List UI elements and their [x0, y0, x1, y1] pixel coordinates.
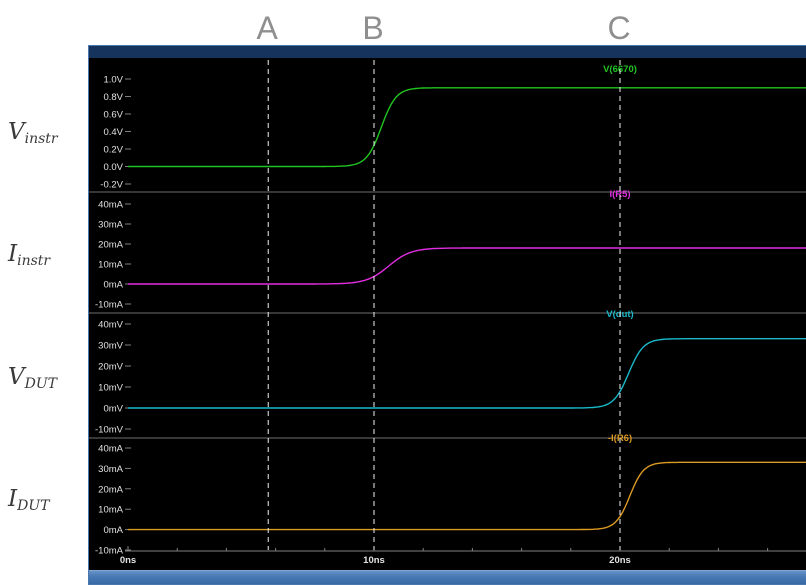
svg-text:1.0V: 1.0V: [103, 75, 123, 86]
svg-text:0.0V: 0.0V: [103, 162, 123, 173]
svg-text:10mA: 10mA: [98, 505, 123, 516]
row-label-base: V: [8, 118, 25, 145]
svg-text:0ns: 0ns: [120, 555, 136, 566]
svg-text:0mA: 0mA: [103, 525, 123, 536]
row-label-base: I: [8, 241, 18, 267]
row-label-sub: instr: [17, 253, 51, 269]
cursor-label-c: C: [607, 10, 631, 46]
svg-text:-10mV: -10mV: [95, 425, 124, 436]
row-label-base: I: [8, 486, 18, 512]
svg-text:0mV: 0mV: [103, 404, 123, 415]
svg-text:20mV: 20mV: [98, 362, 123, 373]
row-label-sub: DUT: [17, 498, 50, 514]
row-label-i-instr: Iinstr: [8, 241, 86, 269]
waveform-window: 1.0V 0.8V 0.6V 0.4V 0.2V 0.0V -0.2V V(6670) 40mA…: [88, 45, 806, 585]
waveform-plot[interactable]: 1.0V0.8V0.6V0.4V0.2V0.0V-0.2VV(6670)40mA…: [89, 58, 806, 572]
svg-text:-10mA: -10mA: [95, 300, 124, 311]
svg-text:30mA: 30mA: [98, 220, 123, 231]
svg-text:0.8V: 0.8V: [103, 92, 123, 103]
svg-text:20mA: 20mA: [98, 240, 123, 251]
svg-text:30mA: 30mA: [98, 464, 123, 475]
row-label-v-dut: VDUT: [8, 363, 86, 392]
cursor-label-a: A: [256, 10, 278, 46]
svg-text:30mV: 30mV: [98, 341, 123, 352]
window-scrollbar[interactable]: [89, 570, 806, 584]
svg-text:-0.2V: -0.2V: [100, 180, 123, 191]
screen: Vinstr Iinstr VDUT IDUT A B C 1.0V 0.8V 0.…: [0, 0, 806, 585]
svg-text:20mA: 20mA: [98, 484, 123, 495]
svg-text:10mA: 10mA: [98, 260, 123, 271]
cursor-label-b: B: [362, 10, 384, 46]
window-top-bar: [89, 46, 806, 58]
svg-text:10mV: 10mV: [98, 383, 123, 394]
svg-text:20ns: 20ns: [609, 555, 631, 566]
svg-text:0.2V: 0.2V: [103, 145, 123, 156]
svg-text:40mA: 40mA: [98, 200, 123, 211]
svg-text:40mV: 40mV: [98, 320, 123, 331]
svg-text:0.4V: 0.4V: [103, 127, 123, 138]
svg-text:40mA: 40mA: [98, 444, 123, 455]
row-label-i-dut: IDUT: [8, 486, 86, 514]
row-label-sub: instr: [24, 130, 58, 147]
svg-text:0mA: 0mA: [103, 280, 123, 291]
row-label-base: V: [8, 363, 25, 390]
row-label-sub: DUT: [24, 375, 57, 392]
row-label-v-instr: Vinstr: [8, 118, 86, 147]
svg-text:0.6V: 0.6V: [103, 110, 123, 121]
svg-text:10ns: 10ns: [363, 555, 385, 566]
